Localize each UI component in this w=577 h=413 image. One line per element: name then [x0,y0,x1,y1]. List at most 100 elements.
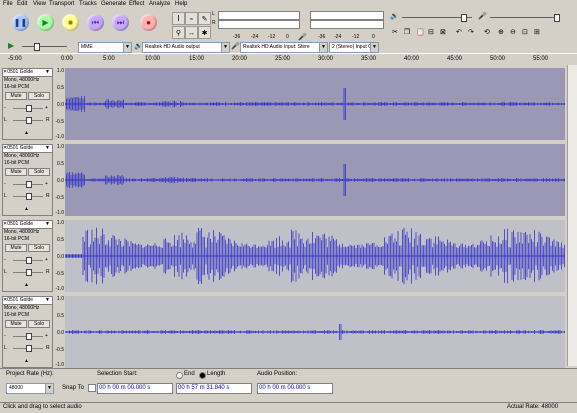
waveform[interactable] [65,68,565,140]
menu-edit[interactable]: Edit [17,1,27,7]
input-volume-slider[interactable] [490,17,560,18]
input-volume-knob[interactable] [554,14,560,22]
mute-button[interactable]: Mute [5,92,27,100]
track-control-panel[interactable]: ✕0501 Golde ▼ Mono, 48000Hz 16-bit PCM Mute S… [2,220,53,292]
fit-project-icon[interactable]: ⊞ [534,28,540,36]
menu-file[interactable]: File [3,1,13,7]
waveform[interactable] [65,296,565,368]
mute-button[interactable]: Mute [5,320,27,328]
silence-icon[interactable]: ⊠ [440,28,446,36]
draw-tool[interactable]: ✎ [198,12,211,25]
audio-track[interactable]: ✕0501 Golde ▼ Mono, 48000Hz 16-bit PCM Mute S… [0,294,567,370]
gain-knob[interactable] [26,105,32,112]
copy-icon[interactable]: ❐ [404,28,410,36]
length-radio[interactable] [199,372,206,379]
output-volume-knob[interactable] [461,14,467,22]
project-rate-select[interactable]: 48000 ▼ [6,383,54,394]
selection-tool[interactable]: I [172,12,185,25]
pan-knob[interactable] [26,193,32,200]
trim-icon[interactable]: ⊟ [428,28,434,36]
pause-button[interactable]: ❚❚ [12,14,29,31]
playback-meter[interactable] [218,11,300,20]
vertical-scrollbar[interactable] [567,65,577,366]
track-header[interactable]: ✕0501 Golde ▼ [3,145,52,153]
pan-left-label: L [4,269,7,275]
record-meter-r[interactable] [310,20,384,29]
play-speed-slider[interactable] [22,46,67,47]
multi-tool[interactable]: ✱ [198,26,211,39]
audio-position-field[interactable]: 00 h 00 m 00.000 s [257,383,333,394]
chevron-down-icon[interactable]: ▼ [45,69,50,76]
y-tick: -0.5 [55,195,64,201]
pan-knob[interactable] [26,345,32,352]
play-at-speed-icon[interactable]: ▶ [8,41,14,50]
mute-button[interactable]: Mute [5,244,27,252]
length-field[interactable]: 00 h 57 m 31.840 s [176,383,252,394]
menu-analyze[interactable]: Analyze [149,1,170,7]
gain-knob[interactable] [26,181,32,188]
track-header[interactable]: ✕0501 Golde ▼ [3,297,52,305]
audio-track[interactable]: ✕0501 Golde ▼ Mono, 48000Hz 16-bit PCM Mute S… [0,218,567,294]
waveform[interactable] [65,220,565,292]
channels-select[interactable]: 2 (Stereo) Input C ▼ [329,42,379,53]
track-header[interactable]: ✕0501 Golde ▼ [3,221,52,229]
playback-meter-r[interactable] [218,20,300,29]
zoom-in-icon[interactable]: ⊕ [498,28,504,36]
skip-end-button[interactable]: ⏭ [112,14,129,31]
solo-button[interactable]: Solo [28,168,50,176]
solo-button[interactable]: Solo [28,244,50,252]
redo-icon[interactable]: ↷ [468,28,474,36]
gain-knob[interactable] [26,333,32,340]
record-meter[interactable] [310,11,384,20]
menu-transport[interactable]: Transport [49,1,74,7]
menu-tracks[interactable]: Tracks [79,1,97,7]
track-header[interactable]: ✕0501 Golde ▼ [3,69,52,77]
undo-icon[interactable]: ↶ [456,28,462,36]
menu-help[interactable]: Help [175,1,187,7]
chevron-down-icon[interactable]: ▼ [45,145,50,152]
gain-knob[interactable] [26,257,32,264]
menu-generate[interactable]: Generate [101,1,126,7]
play-button[interactable]: ▶ [37,14,54,31]
chevron-down-icon[interactable]: ▼ [45,297,50,304]
paste-icon[interactable]: 📋 [416,28,425,36]
record-button[interactable]: ● [140,14,157,31]
host-select[interactable]: MME ▼ [78,42,132,53]
envelope-tool[interactable]: ≈ [185,12,198,25]
ruler-tick: 5:00 [103,56,115,62]
skip-start-button[interactable]: ⏮ [87,14,104,31]
waveform[interactable] [65,144,565,216]
track-control-panel[interactable]: ✕0501 Golde ▼ Mono, 48000Hz 16-bit PCM Mute S… [2,144,53,216]
zoom-tool[interactable]: ⚲ [172,26,185,39]
track-control-panel[interactable]: ✕0501 Golde ▼ Mono, 48000Hz 16-bit PCM Mute S… [2,296,53,368]
cut-icon[interactable]: ✂ [392,28,398,36]
end-radio[interactable] [176,372,183,379]
play-speed-knob[interactable] [34,43,40,51]
solo-button[interactable]: Solo [28,92,50,100]
solo-button[interactable]: Solo [28,320,50,328]
selection-start-field[interactable]: 00 h 00 m 00.000 s [97,383,173,394]
collapse-icon[interactable]: ▲ [24,206,29,212]
menu-effect[interactable]: Effect [129,1,144,7]
collapse-icon[interactable]: ▲ [24,282,29,288]
fit-selection-icon[interactable]: ⊡ [522,28,528,36]
menu-view[interactable]: View [33,1,46,7]
track-control-panel[interactable]: ✕0501 Golde ▼ Mono, 48000Hz 16-bit PCM Mute S… [2,68,53,140]
collapse-icon[interactable]: ▲ [24,130,29,136]
mute-button[interactable]: Mute [5,168,27,176]
zoom-out-icon[interactable]: ⊖ [510,28,516,36]
pan-knob[interactable] [26,117,32,124]
sync-lock-icon[interactable]: ⟲ [484,28,490,36]
stop-button[interactable]: ■ [62,14,79,31]
ruler-tick: 50:00 [490,56,506,62]
timeline-ruler[interactable]: -5:00 0:00 5:00 10:00 15:00 20:00 25:00 … [0,53,577,67]
output-device-select[interactable]: Realtek HD Audio output ▼ [142,42,230,53]
pan-knob[interactable] [26,269,32,276]
input-device-select[interactable]: Realtek HD Audio Input: Stere ▼ [240,42,328,53]
audio-track[interactable]: ✕0501 Golde ▼ Mono, 48000Hz 16-bit PCM Mute S… [0,142,567,218]
collapse-icon[interactable]: ▲ [24,358,29,364]
audio-track[interactable]: ✕0501 Golde ▼ Mono, 48000Hz 16-bit PCM Mute S… [0,66,567,142]
snap-to-checkbox[interactable] [88,384,96,392]
timeshift-tool[interactable]: ↔ [185,26,198,39]
chevron-down-icon[interactable]: ▼ [45,221,50,228]
